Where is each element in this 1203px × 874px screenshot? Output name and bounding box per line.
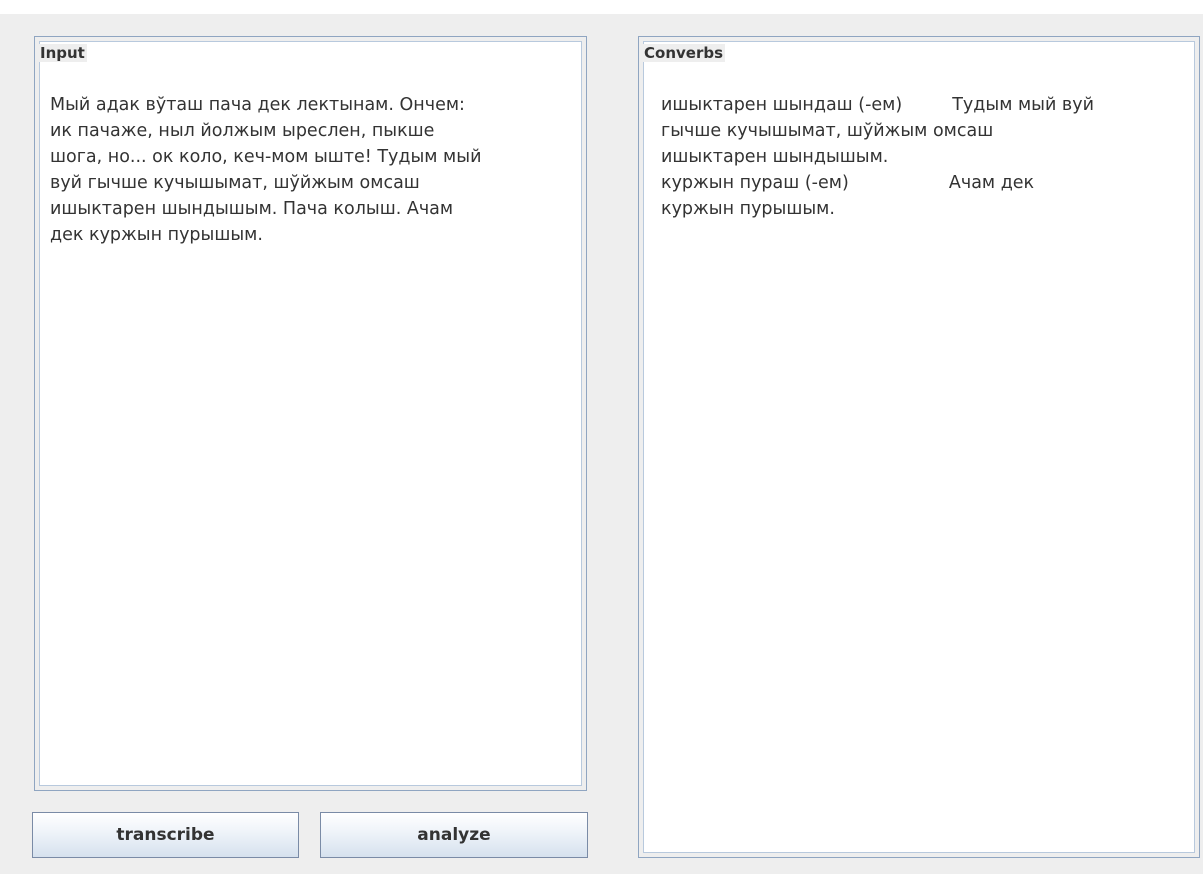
- input-text-area[interactable]: Мый адак вўташ пача дек лектынам. Ончем:…: [50, 92, 580, 248]
- input-panel-title: Input: [38, 44, 87, 62]
- converbs-panel-title: Converbs: [642, 44, 726, 62]
- analyze-button[interactable]: analyze: [320, 812, 588, 858]
- converbs-text-area[interactable]: ишыктарен шындаш (-ем) Тудым мый вуй гыч…: [661, 92, 1196, 222]
- top-band: [0, 0, 1203, 14]
- transcribe-button[interactable]: transcribe: [32, 812, 299, 858]
